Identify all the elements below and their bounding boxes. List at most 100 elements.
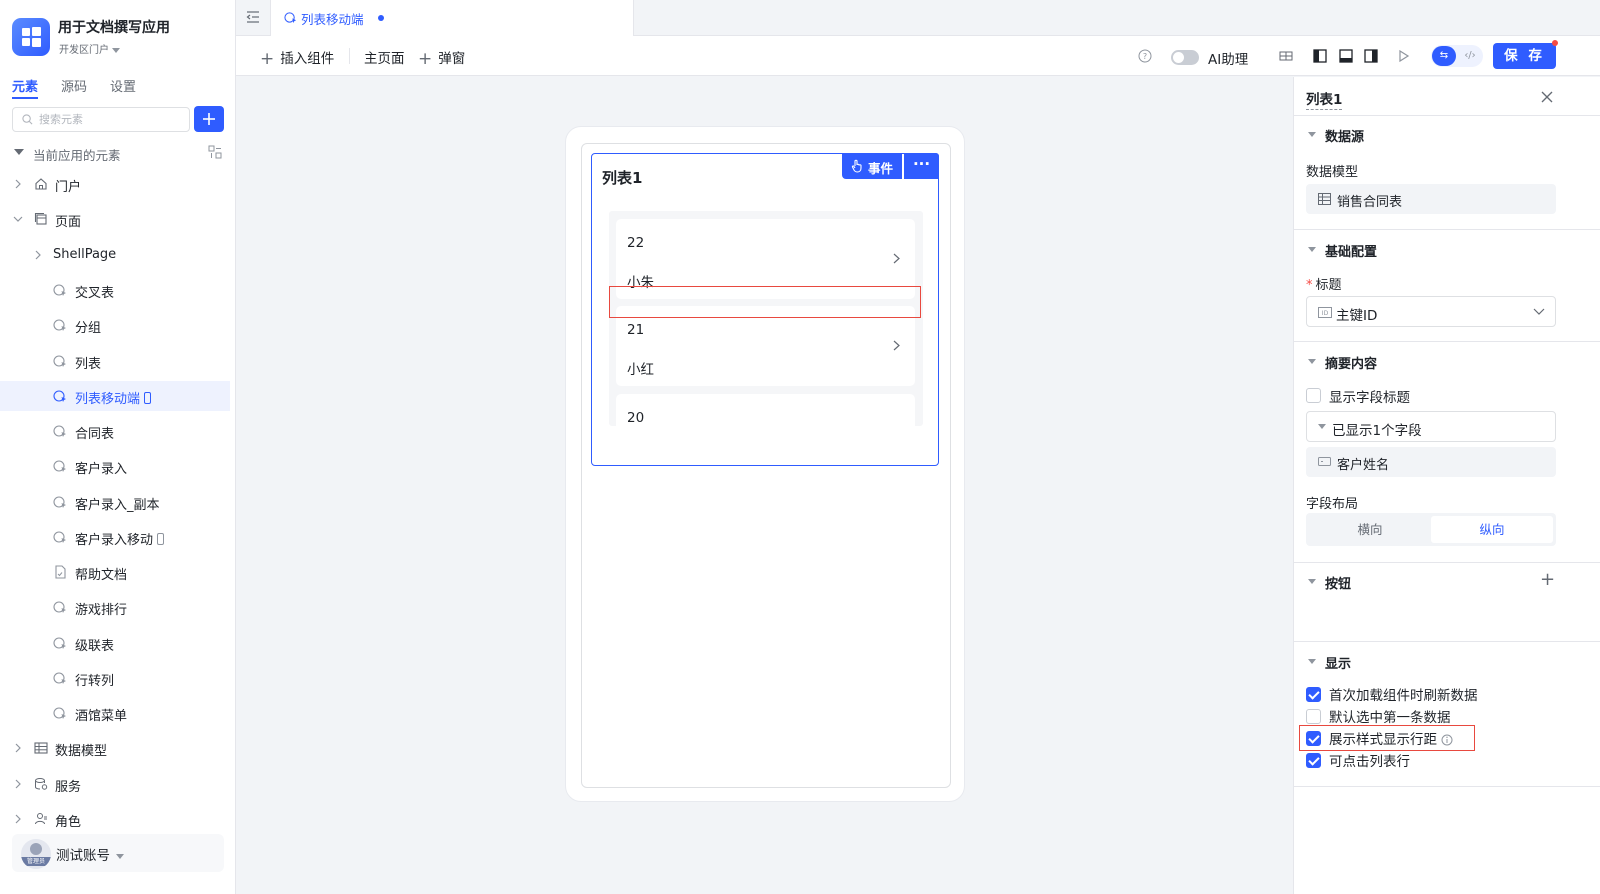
tree-item-service[interactable]: 服务 <box>0 769 230 799</box>
sidebar-item-page[interactable]: 酒馆菜单 <box>0 698 230 728</box>
sidebar-item-page[interactable]: 分组 <box>0 310 230 340</box>
avatar: 管理员 <box>21 839 51 869</box>
tab-settings[interactable]: 设置 <box>110 76 136 95</box>
tree-item-text: 酒馆菜单 <box>75 709 128 724</box>
sidebar-item-page[interactable]: 合同表 <box>0 416 230 446</box>
layout-vertical-option[interactable]: 纵向 <box>1431 516 1553 543</box>
clickable-rows-label: 可点击列表行 <box>1329 754 1410 770</box>
shown-fields-label: 已显示1个字段 <box>1332 423 1422 439</box>
save-button[interactable]: 保 存 <box>1493 43 1556 69</box>
sidebar-item-page[interactable]: 行转列 <box>0 663 230 693</box>
close-icon[interactable] <box>1541 91 1553 103</box>
account-switcher[interactable]: 管理员 测试账号 <box>12 834 224 872</box>
tree-item-label: 门户 <box>55 180 82 195</box>
popup-label: 弹窗 <box>438 51 466 67</box>
right-panel-icon[interactable] <box>1363 48 1379 64</box>
tree-item-text: 分组 <box>75 321 102 337</box>
bottom-panel-icon[interactable] <box>1338 48 1354 64</box>
caret-down-icon <box>14 149 24 155</box>
data-model-field[interactable]: 销售合同表 <box>1306 184 1556 214</box>
svg-text:ID: ID <box>1322 310 1329 317</box>
notification-dot <box>1552 40 1558 46</box>
properties-panel: 列表1 数据源 数据模型 销售合同表 基础配置 * 标题 ID 主键ID 摘要内容… <box>1293 77 1600 894</box>
event-button[interactable]: 事件 <box>842 153 902 179</box>
visual-mode-icon[interactable]: ⇆ <box>1432 46 1456 66</box>
list-item[interactable]: 21 小红 <box>616 306 915 386</box>
list-item[interactable]: 20 <box>616 394 915 426</box>
chevron-down-icon <box>13 216 23 222</box>
tree-item-label: 合同表 <box>75 423 114 442</box>
tree-item-label: 页面 <box>55 215 82 230</box>
divider <box>1294 562 1600 563</box>
ai-assistant-toggle[interactable] <box>1171 50 1199 65</box>
main-page-button[interactable]: 主页面 <box>364 47 405 67</box>
caret-down-icon <box>1308 659 1316 664</box>
sidebar-item-page[interactable]: 级联表 <box>0 628 230 658</box>
app-name: 用于文档撰写应用 <box>58 20 170 36</box>
locate-icon[interactable] <box>208 145 222 159</box>
env-selector[interactable]: 开发区门户 <box>59 41 120 56</box>
panel-title[interactable]: 列表1 <box>1306 88 1343 110</box>
preview-play-icon[interactable] <box>1395 48 1411 64</box>
left-panel-icon[interactable] <box>1312 48 1328 64</box>
tab-source[interactable]: 源码 <box>61 76 87 95</box>
select-first-checkbox[interactable] <box>1306 709 1321 724</box>
sidebar-item-page[interactable]: 帮助文档 <box>0 557 230 587</box>
tree-item-label: 分组 <box>75 317 101 336</box>
section-title: 摘要内容 <box>1325 357 1378 372</box>
tree-item-role[interactable]: 角色 <box>0 804 230 834</box>
plus-icon <box>203 113 215 125</box>
chevron-down-icon <box>116 853 124 859</box>
layout-columns-icon[interactable] <box>1278 48 1294 64</box>
data-model-label: 数据模型 <box>1306 165 1359 180</box>
clickable-rows-checkbox[interactable] <box>1306 753 1321 768</box>
tree-item-label: ShellPage <box>53 247 117 262</box>
collapse-sidebar-icon[interactable] <box>246 10 260 24</box>
section-title: 按钮 <box>1325 577 1352 592</box>
add-button-icon[interactable]: + <box>1540 569 1555 590</box>
sidebar-item-page[interactable]: 客户录入 <box>0 451 230 481</box>
field-chip-customer[interactable]: 客户姓名 <box>1306 447 1556 477</box>
chevron-down-icon <box>1533 308 1545 315</box>
title-select[interactable]: ID 主键ID <box>1306 296 1556 327</box>
sidebar-item-page[interactable]: 客户录入_副本 <box>0 487 230 517</box>
home-icon <box>35 178 47 190</box>
tree-item-portal[interactable]: 门户 <box>0 169 230 199</box>
ai-assistant-label: AI助理 <box>1208 52 1249 68</box>
show-field-title-checkbox[interactable] <box>1306 388 1321 403</box>
layout-horizontal-option[interactable]: 横向 <box>1309 516 1431 543</box>
insert-component-button[interactable]: + 插入组件 <box>260 47 334 69</box>
tab-elements[interactable]: 元素 <box>12 76 39 99</box>
shown-fields-toggle[interactable]: 已显示1个字段 <box>1306 411 1556 442</box>
sidebar-item-page[interactable]: 游戏排行 <box>0 592 230 622</box>
tree-item-data-model[interactable]: 数据模型 <box>0 733 230 763</box>
more-options-button[interactable]: ··· <box>904 153 939 179</box>
refresh-on-load-checkbox[interactable] <box>1306 687 1321 702</box>
sidebar-item-page[interactable]: 客户录入移动 <box>0 522 230 552</box>
tree-item-shellpage[interactable]: ShellPage <box>0 240 230 270</box>
role-icon <box>35 813 47 825</box>
search-input[interactable] <box>39 111 185 128</box>
left-sidebar: 用于文档撰写应用 开发区门户 元素 源码 设置 当前应用的元素 门户 页面 Sh… <box>0 0 236 894</box>
tree-item-label: 交叉表 <box>75 282 114 301</box>
help-icon[interactable]: ? <box>1138 49 1152 63</box>
tree-header[interactable]: 当前应用的元素 <box>12 144 224 163</box>
list-component[interactable]: 列表1 事件 ··· 22 小朱 21 小红 20 <box>591 153 939 466</box>
tree-item-text: 合同表 <box>75 427 115 442</box>
code-mode-icon[interactable]: ‹/› <box>1458 46 1482 66</box>
add-element-button[interactable] <box>194 106 224 132</box>
tree-item-label: 行转列 <box>75 670 114 689</box>
unsaved-dot <box>378 15 384 21</box>
sidebar-item-page[interactable]: 列表移动端 <box>0 380 230 411</box>
caret-down-icon <box>1308 579 1316 584</box>
tree-item-pages[interactable]: 页面 <box>0 204 230 234</box>
sidebar-item-page[interactable]: 交叉表 <box>0 275 230 305</box>
mobile-icon <box>144 391 152 404</box>
page-icon <box>53 672 66 684</box>
tab-list-mobile[interactable]: 列表移动端 <box>270 0 634 36</box>
caret-down-icon <box>1308 132 1316 137</box>
sidebar-item-page[interactable]: 列表 <box>0 346 230 376</box>
service-icon <box>35 778 48 790</box>
popup-button[interactable]: + 弹窗 <box>418 47 465 69</box>
chevron-right-icon <box>15 779 21 789</box>
